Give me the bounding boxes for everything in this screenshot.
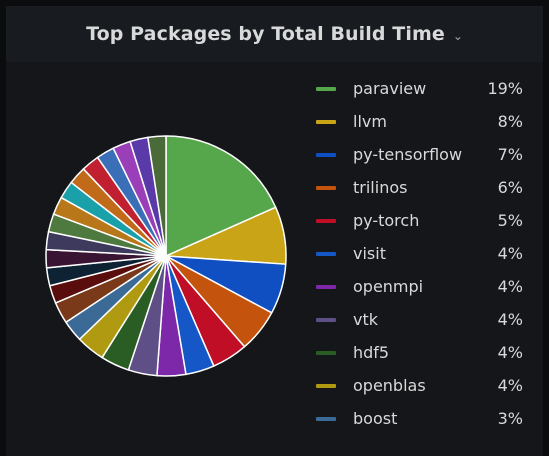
legend-value: 19%	[487, 79, 523, 98]
legend-label[interactable]: openblas	[353, 376, 473, 395]
legend-label[interactable]: py-tensorflow	[353, 145, 473, 164]
legend-swatch[interactable]	[316, 218, 336, 223]
legend-swatch[interactable]	[316, 119, 336, 124]
legend-value: 4%	[497, 244, 523, 263]
legend-item-vtk[interactable]: vtk 4%	[311, 303, 523, 336]
legend-label[interactable]: paraview	[353, 79, 473, 98]
legend-label[interactable]: openmpi	[353, 277, 473, 296]
legend-label[interactable]: visit	[353, 244, 473, 263]
legend-item-trilinos[interactable]: trilinos 6%	[311, 171, 523, 204]
legend-item-llvm[interactable]: llvm 8%	[311, 105, 523, 138]
legend-label[interactable]: boost	[353, 409, 473, 428]
legend-swatch[interactable]	[316, 152, 336, 157]
panel-title[interactable]: Top Packages by Total Build Time	[86, 23, 445, 45]
legend-value: 7%	[497, 145, 523, 164]
legend-value: 4%	[497, 310, 523, 329]
legend-value: 4%	[497, 376, 523, 395]
legend-swatch[interactable]	[316, 185, 336, 190]
legend-swatch[interactable]	[316, 383, 336, 388]
legend-item-boost[interactable]: boost 3%	[311, 402, 523, 435]
pie-chart	[40, 128, 290, 388]
legend-item-openmpi[interactable]: openmpi 4%	[311, 270, 523, 303]
legend-item-py-torch[interactable]: py-torch 5%	[311, 204, 523, 237]
legend-value: 8%	[497, 112, 523, 131]
legend-swatch[interactable]	[316, 86, 336, 91]
panel-header[interactable]: Top Packages by Total Build Time ⌄	[6, 6, 543, 62]
legend-value: 6%	[497, 178, 523, 197]
legend-item-hdf5[interactable]: hdf5 4%	[311, 336, 523, 369]
legend-value: 5%	[497, 211, 523, 230]
legend-swatch[interactable]	[316, 284, 336, 289]
chevron-down-icon[interactable]: ⌄	[453, 29, 463, 43]
legend-label[interactable]: llvm	[353, 112, 473, 131]
panel: Top Packages by Total Build Time ⌄ parav…	[6, 6, 543, 456]
legend-swatch[interactable]	[316, 416, 336, 421]
legend-swatch[interactable]	[316, 251, 336, 256]
legend-item-paraview[interactable]: paraview 19%	[311, 72, 523, 105]
legend-swatch[interactable]	[316, 350, 336, 355]
pie-chart-svg	[45, 135, 287, 377]
legend-label[interactable]: vtk	[353, 310, 473, 329]
legend-value: 4%	[497, 343, 523, 362]
legend-label[interactable]: py-torch	[353, 211, 473, 230]
legend-item-py-tensorflow[interactable]: py-tensorflow 7%	[311, 138, 523, 171]
legend-value: 3%	[497, 409, 523, 428]
legend-swatch[interactable]	[316, 317, 336, 322]
legend-label[interactable]: hdf5	[353, 343, 473, 362]
legend: paraview 19% llvm 8% py-tensorflow 7% trilinos…	[311, 72, 523, 435]
legend-item-openblas[interactable]: openblas 4%	[311, 369, 523, 402]
legend-value: 4%	[497, 277, 523, 296]
legend-label[interactable]: trilinos	[353, 178, 473, 197]
legend-item-visit[interactable]: visit 4%	[311, 237, 523, 270]
